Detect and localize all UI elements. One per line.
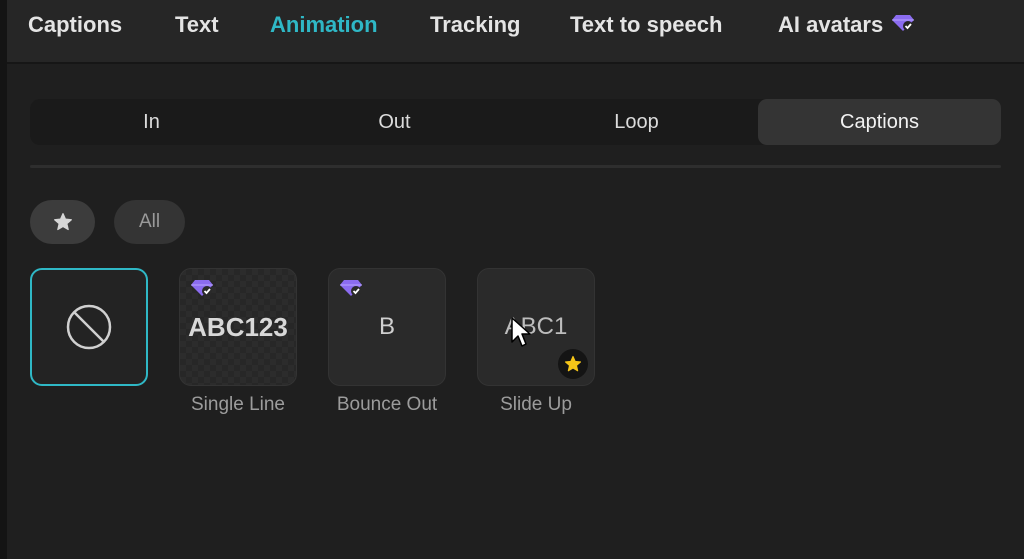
star-icon [564, 355, 582, 372]
top-tab-bar: Captions Text Animation Tracking Text to… [7, 0, 1024, 64]
slide-up-preview-text: ABC1 [504, 313, 568, 340]
single-line-label: Single Line [190, 394, 286, 415]
favorite-badge[interactable] [558, 349, 588, 379]
segment-out[interactable]: Out [273, 99, 516, 145]
animation-card-slide-up[interactable]: ABC1 [477, 268, 595, 386]
all-filter-chip[interactable]: All [114, 200, 185, 244]
star-icon [53, 213, 72, 231]
tab-ai-avatars[interactable]: AI avatars [778, 12, 915, 38]
animation-item-single-line[interactable]: ABC123 Single Line [179, 268, 297, 416]
tab-tracking[interactable]: Tracking [430, 12, 520, 38]
none-icon [66, 304, 112, 350]
premium-gem-icon [892, 15, 915, 32]
segment-captions[interactable]: Captions [758, 99, 1001, 145]
bounce-out-label: Bounce Out [336, 394, 438, 415]
segment-in[interactable]: In [30, 99, 273, 145]
slide-up-label: Slide Up [500, 394, 572, 415]
animation-card-bounce-out[interactable]: B [328, 268, 446, 386]
tab-captions[interactable]: Captions [28, 12, 122, 38]
single-line-preview-text: ABC123 [188, 311, 288, 342]
premium-gem-icon [340, 280, 362, 296]
animation-item-none[interactable] [30, 268, 148, 386]
tab-text[interactable]: Text [175, 12, 219, 38]
tab-text-to-speech[interactable]: Text to speech [570, 12, 722, 38]
animation-item-slide-up[interactable]: ABC1 Slide Up [477, 268, 595, 416]
premium-gem-icon [191, 280, 213, 296]
animation-card-single-line[interactable]: ABC123 [179, 268, 297, 386]
segment-loop[interactable]: Loop [515, 99, 758, 145]
animation-item-bounce-out[interactable]: B Bounce Out [328, 268, 446, 416]
left-edge [0, 0, 7, 559]
favorites-filter-chip[interactable] [30, 200, 95, 244]
tab-ai-avatars-label: AI avatars [778, 12, 884, 37]
animation-card-none[interactable] [30, 268, 148, 386]
section-divider [30, 165, 1001, 168]
animation-type-segmented-control: In Out Loop Captions [30, 99, 1001, 145]
bounce-out-preview-text: B [378, 313, 395, 340]
tab-animation[interactable]: Animation [270, 12, 378, 38]
